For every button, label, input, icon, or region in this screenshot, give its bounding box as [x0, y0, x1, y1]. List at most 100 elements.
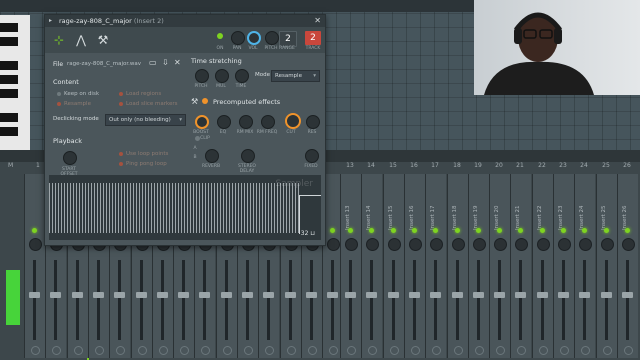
strip-pan-knob[interactable]: [601, 238, 614, 251]
strip-pan-knob[interactable]: [388, 238, 401, 251]
strip-route-button[interactable]: [265, 346, 274, 355]
remove-sample-icon[interactable]: ✕: [174, 58, 181, 67]
strip-pan-knob[interactable]: [452, 238, 465, 251]
strip-fader-handle[interactable]: [199, 292, 210, 298]
track-value[interactable]: 2: [305, 31, 321, 45]
pitch-knob[interactable]: [265, 31, 279, 45]
use-loop-points-radio[interactable]: [119, 151, 123, 156]
channel-on-led[interactable]: [217, 33, 223, 39]
ts-mul-knob[interactable]: [215, 69, 229, 83]
strip-fader-handle[interactable]: [494, 292, 505, 298]
strip-route-button[interactable]: [560, 346, 569, 355]
strip-fader-handle[interactable]: [579, 292, 590, 298]
strip-route-button[interactable]: [368, 346, 377, 355]
ts-time-knob[interactable]: [235, 69, 249, 83]
strip-route-button[interactable]: [475, 346, 484, 355]
strip-fader-handle[interactable]: [29, 292, 40, 298]
strip-fader-handle[interactable]: [537, 292, 548, 298]
strip-route-button[interactable]: [31, 346, 40, 355]
strip-fader-handle[interactable]: [221, 292, 232, 298]
boost-knob[interactable]: [195, 115, 209, 129]
strip-fader-handle[interactable]: [452, 292, 463, 298]
strip-fader-handle[interactable]: [515, 292, 526, 298]
strip-route-button[interactable]: [624, 346, 633, 355]
mixer-strip[interactable]: Insert 17: [425, 174, 446, 358]
mixer-strip[interactable]: [24, 174, 45, 358]
strip-route-button[interactable]: [201, 346, 210, 355]
strip-route-button[interactable]: [244, 346, 253, 355]
strip-led[interactable]: [433, 228, 438, 233]
resample-option[interactable]: Resample: [57, 101, 91, 107]
sampler-titlebar[interactable]: ▸ rage-zay-808_C_major (Insert 2) ✕: [45, 15, 325, 27]
load-slice-markers-radio[interactable]: [119, 101, 123, 106]
strip-route-button[interactable]: [180, 346, 189, 355]
strip-fader-handle[interactable]: [473, 292, 484, 298]
strip-led[interactable]: [497, 228, 502, 233]
mixer-strip[interactable]: Insert 23: [553, 174, 574, 358]
res-knob[interactable]: [306, 115, 320, 129]
strip-pan-knob[interactable]: [537, 238, 550, 251]
load-slice-markers-option[interactable]: Load slice markers: [119, 101, 178, 107]
strip-pan-knob[interactable]: [345, 238, 358, 251]
close-icon[interactable]: ✕: [314, 15, 321, 27]
strip-route-button[interactable]: [287, 346, 296, 355]
rm-mix-knob[interactable]: [239, 115, 253, 129]
mixer-strip[interactable]: Insert 16: [404, 174, 425, 358]
strip-fader-handle[interactable]: [345, 292, 356, 298]
strip-fader-handle[interactable]: [93, 292, 104, 298]
use-loop-points-option[interactable]: Use loop points: [119, 151, 168, 157]
strip-led[interactable]: [348, 228, 353, 233]
strip-led[interactable]: [455, 228, 460, 233]
mixer-strip[interactable]: Insert 14: [361, 174, 382, 358]
strip-route-button[interactable]: [432, 346, 441, 355]
mixer-strip[interactable]: Insert 26: [617, 174, 638, 358]
rm-freq-knob[interactable]: [261, 115, 275, 129]
strip-route-button[interactable]: [52, 346, 61, 355]
sampler-window[interactable]: ▸ rage-zay-808_C_major (Insert 2) ✕ ⊹ ⋀ …: [44, 14, 326, 246]
strip-led[interactable]: [32, 228, 37, 233]
strip-fader-handle[interactable]: [157, 292, 168, 298]
strip-pan-knob[interactable]: [515, 238, 528, 251]
strip-fader-handle[interactable]: [72, 292, 83, 298]
wrench-small-icon[interactable]: ⚒: [191, 97, 198, 106]
mixer-strip[interactable]: Insert 13: [340, 174, 361, 358]
strip-fader-handle[interactable]: [409, 292, 420, 298]
strip-fader-handle[interactable]: [242, 292, 253, 298]
strip-route-button[interactable]: [390, 346, 399, 355]
strip-led[interactable]: [476, 228, 481, 233]
strip-fader-handle[interactable]: [285, 292, 296, 298]
strip-route-button[interactable]: [581, 346, 590, 355]
strip-fader-handle[interactable]: [558, 292, 569, 298]
strip-pan-knob[interactable]: [327, 238, 340, 251]
strip-route-button[interactable]: [74, 346, 83, 355]
strip-fader-handle[interactable]: [50, 292, 61, 298]
piano-roll-keys[interactable]: [0, 15, 30, 150]
strip-pan-knob[interactable]: [494, 238, 507, 251]
stereo-delay-knob[interactable]: [241, 149, 255, 163]
strip-led[interactable]: [412, 228, 417, 233]
strip-pan-knob[interactable]: [430, 238, 443, 251]
load-regions-radio[interactable]: [119, 91, 123, 96]
strip-route-button[interactable]: [496, 346, 505, 355]
cut-knob[interactable]: [285, 113, 301, 129]
strip-fader-handle[interactable]: [388, 292, 399, 298]
strip-fader-handle[interactable]: [114, 292, 125, 298]
strip-pan-knob[interactable]: [366, 238, 379, 251]
strip-fader-handle[interactable]: [263, 292, 274, 298]
envelope-icon[interactable]: ⋀: [73, 32, 89, 48]
keep-on-disk-option[interactable]: Keep on disk: [57, 91, 99, 97]
resample-radio[interactable]: [57, 101, 61, 106]
mixer-strip[interactable]: Insert 21: [510, 174, 531, 358]
declicking-dropdown[interactable]: Out only (no bleeding): [105, 114, 186, 126]
waveform-icon[interactable]: ⊹: [51, 32, 67, 48]
strip-fader-handle[interactable]: [306, 292, 317, 298]
strip-route-button[interactable]: [454, 346, 463, 355]
mixer-strip[interactable]: Insert 15: [383, 174, 404, 358]
load-regions-option[interactable]: Load regions: [119, 91, 161, 97]
mixer-strip[interactable]: Insert 19: [468, 174, 489, 358]
ping-pong-option[interactable]: Ping pong loop: [119, 161, 167, 167]
mixer-strip[interactable]: Insert 24: [574, 174, 595, 358]
mode-dropdown[interactable]: Resample: [271, 70, 320, 82]
fixed-knob[interactable]: [305, 149, 319, 163]
strip-led[interactable]: [391, 228, 396, 233]
